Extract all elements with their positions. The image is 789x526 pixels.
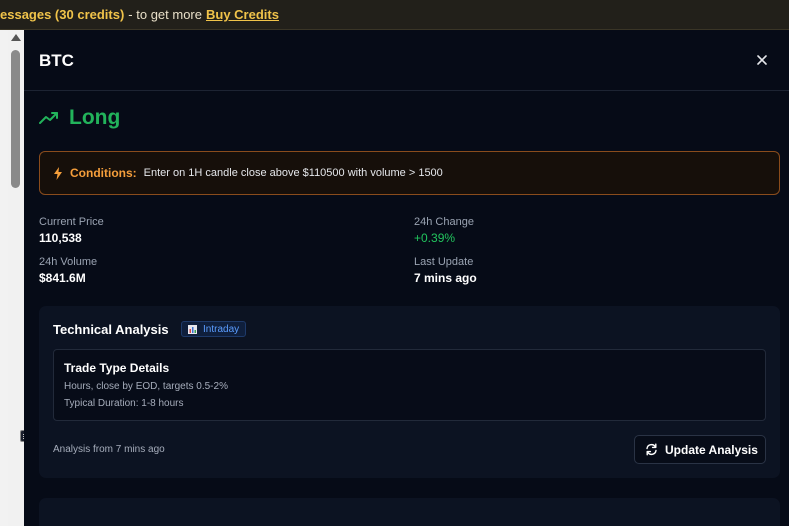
- conditions-text: Enter on 1H candle close above $110500 w…: [143, 167, 443, 179]
- next-section-card: [39, 498, 780, 526]
- technical-analysis-card: Technical Analysis Intraday Trade Type D…: [39, 306, 780, 478]
- stat-24h-change: 24h Change +0.39%: [414, 216, 474, 245]
- trade-type-badge: Intraday: [181, 321, 247, 337]
- panel-title: BTC: [39, 51, 74, 70]
- stat-label: Last Update: [414, 256, 474, 268]
- stat-value: +0.39%: [414, 231, 456, 245]
- scrollbar[interactable]: [8, 30, 24, 526]
- trade-type-details: Trade Type Details Hours, close by EOD, …: [53, 349, 766, 421]
- conditions-box: Conditions: Enter on 1H candle close abo…: [39, 151, 780, 195]
- trade-type-description: Hours, close by EOD, targets 0.5-2%: [64, 381, 228, 392]
- stat-label: 24h Volume: [39, 256, 98, 268]
- credits-count-text: essages (30 credits): [0, 7, 125, 22]
- stat-value: 7 mins ago: [414, 271, 477, 285]
- direction-label: Long: [69, 106, 121, 129]
- asset-detail-panel: BTC Long Conditions: Enter on 1H candle …: [24, 30, 789, 526]
- buy-credits-link[interactable]: Buy Credits: [206, 7, 279, 22]
- stat-value: 110,538: [39, 231, 82, 245]
- bar-chart-icon: [188, 324, 197, 334]
- scrollbar-thumb[interactable]: [11, 50, 20, 188]
- trade-direction: Long: [39, 104, 120, 132]
- credits-middle-text: - to get more: [128, 7, 202, 22]
- stat-label: 24h Change: [414, 216, 474, 228]
- left-edge: [0, 30, 8, 526]
- stat-value: $841.6M: [39, 271, 86, 285]
- close-icon[interactable]: [754, 52, 770, 68]
- technical-analysis-title: Technical Analysis: [53, 322, 169, 337]
- stat-label: Current Price: [39, 216, 104, 228]
- stat-24h-volume: 24h Volume $841.6M: [39, 256, 97, 285]
- trade-type-badge-label: Intraday: [203, 323, 240, 335]
- update-analysis-button[interactable]: Update Analysis: [634, 435, 766, 464]
- lightning-icon: [54, 166, 62, 180]
- scroll-up-arrow-icon[interactable]: [11, 34, 21, 41]
- stat-last-update: Last Update 7 mins ago: [414, 256, 477, 285]
- conditions-label: Conditions:: [70, 166, 137, 180]
- trade-type-details-title: Trade Type Details: [64, 361, 170, 375]
- stat-current-price: Current Price 110,538: [39, 216, 104, 245]
- trending-up-icon: [39, 112, 58, 124]
- trade-type-duration: Typical Duration: 1-8 hours: [64, 398, 184, 409]
- analysis-timestamp: Analysis from 7 mins ago: [53, 444, 165, 455]
- panel-header: BTC: [24, 30, 789, 91]
- refresh-icon: [646, 443, 657, 456]
- update-analysis-label: Update Analysis: [665, 442, 758, 457]
- credits-banner: essages (30 credits) - to get more Buy C…: [0, 0, 789, 30]
